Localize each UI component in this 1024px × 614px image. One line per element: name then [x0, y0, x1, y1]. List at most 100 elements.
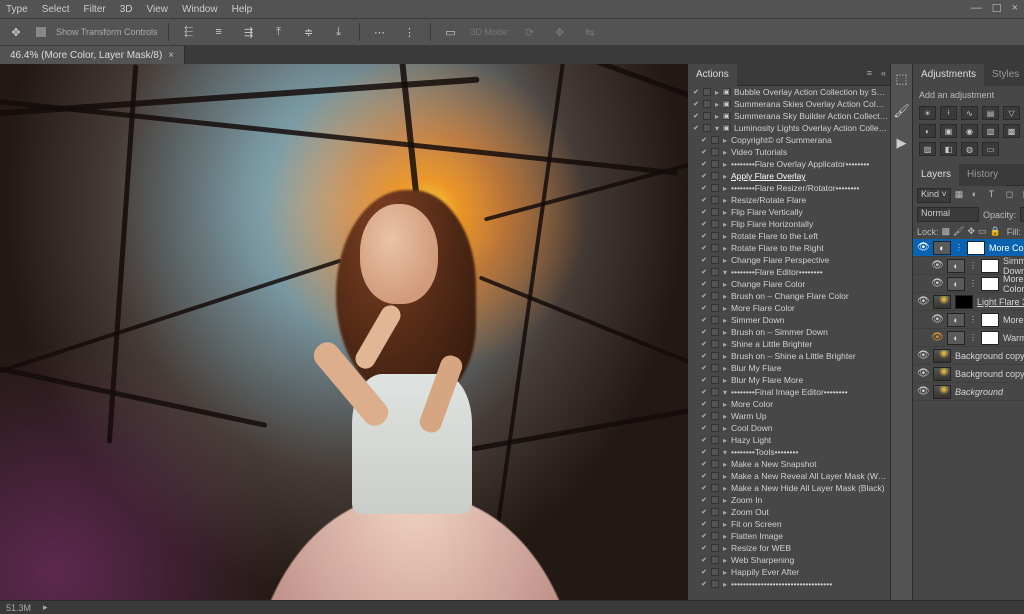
action-set-row[interactable]: ✔▸▣Summerana Skies Overlay Action Col… [688, 98, 890, 110]
color-balance-icon[interactable]: ◐ [919, 124, 936, 138]
layer-mask-thumb[interactable] [981, 313, 999, 327]
history-icon[interactable]: ▶ [893, 134, 911, 152]
action-row[interactable]: ✔▸••••••••Flare Overlay Applicator••••••… [688, 158, 890, 170]
window-close-icon[interactable]: × [1012, 2, 1018, 15]
pan-icon[interactable]: ✥ [550, 22, 570, 42]
layer-mask-thumb[interactable] [955, 295, 973, 309]
filter-adj-icon[interactable]: ◐ [972, 189, 985, 202]
action-row[interactable]: ✔▸Zoom In [688, 494, 890, 506]
toggle-check-icon[interactable]: ✔ [700, 244, 708, 252]
action-row[interactable]: ✔▸Rotate Flare to the Left [688, 230, 890, 242]
toggle-dialog-icon[interactable] [711, 532, 719, 540]
toggle-dialog-icon[interactable] [711, 556, 719, 564]
visibility-eye-icon[interactable]: 👁 [931, 332, 943, 343]
toggle-check-icon[interactable]: ✔ [692, 100, 700, 108]
layer-row[interactable]: 👁◐⋮More Color [913, 311, 1024, 329]
toggle-check-icon[interactable]: ✔ [700, 568, 708, 576]
toggle-dialog-icon[interactable] [711, 328, 719, 336]
layer-name[interactable]: Light Flare 3 … [977, 297, 1024, 307]
action-row[interactable]: ✔▸Make a New Snapshot [688, 458, 890, 470]
toggle-check-icon[interactable]: ✔ [700, 496, 708, 504]
blend-mode-select[interactable]: Normal [917, 207, 979, 222]
layer-row[interactable]: 👁◐⋮More Color [913, 239, 1024, 257]
disclosure-icon[interactable]: ▸ [722, 400, 728, 409]
layer-name[interactable]: More Color [989, 243, 1024, 253]
toggle-check-icon[interactable]: ✔ [700, 196, 708, 204]
levels-icon[interactable]: ⟊ [940, 106, 957, 120]
disclosure-icon[interactable]: ▸ [722, 136, 728, 145]
toggle-check-icon[interactable]: ✔ [700, 292, 708, 300]
toggle-check-icon[interactable]: ✔ [700, 280, 708, 288]
disclosure-icon[interactable]: ▸ [722, 328, 728, 337]
visibility-eye-icon[interactable]: 👁 [931, 278, 943, 289]
toggle-dialog-icon[interactable] [711, 268, 719, 276]
toggle-dialog-icon[interactable] [711, 544, 719, 552]
action-row[interactable]: ✔▸••••••••Flare Resizer/Rotator•••••••• [688, 182, 890, 194]
disclosure-icon[interactable]: ▸ [714, 100, 720, 109]
link-icon[interactable]: ⋮ [969, 333, 977, 342]
align-center-v-icon[interactable]: ≑ [299, 22, 319, 42]
disclosure-icon[interactable]: ▸ [714, 88, 720, 97]
toggle-check-icon[interactable]: ✔ [700, 184, 708, 192]
action-row[interactable]: ✔▸Blur My Flare [688, 362, 890, 374]
toggle-dialog-icon[interactable] [711, 472, 719, 480]
action-row[interactable]: ✔▸Make a New Reveal All Layer Mask (W… [688, 470, 890, 482]
toggle-check-icon[interactable]: ✔ [700, 532, 708, 540]
layer-name[interactable]: Background copy 2 [955, 351, 1024, 361]
disclosure-icon[interactable]: ▸ [722, 472, 728, 481]
disclosure-icon[interactable]: ▸ [722, 304, 728, 313]
toggle-dialog-icon[interactable] [711, 292, 719, 300]
visibility-eye-icon[interactable]: 👁 [917, 368, 929, 379]
tab-adjustments[interactable]: Adjustments [913, 64, 984, 86]
action-row[interactable]: ✔▾••••••••Flare Editor•••••••• [688, 266, 890, 278]
action-row[interactable]: ✔▸•••••••••••••••••••••••••••••••••• [688, 578, 890, 590]
actions-list[interactable]: ✔▸▣Bubble Overlay Action Collection by S… [688, 86, 890, 600]
disclosure-icon[interactable]: ▸ [722, 172, 728, 181]
toggle-check-icon[interactable]: ✔ [692, 112, 700, 120]
close-tab-icon[interactable]: × [168, 50, 174, 61]
layer-thumb[interactable] [933, 295, 951, 309]
disclosure-icon[interactable]: ▸ [722, 544, 728, 553]
disclosure-icon[interactable]: ▸ [722, 520, 728, 529]
layer-name[interactable]: Warm Up [1003, 333, 1024, 343]
tab-styles[interactable]: Styles [984, 64, 1024, 86]
toggle-check-icon[interactable]: ✔ [700, 268, 708, 276]
toggle-dialog-icon[interactable] [711, 172, 719, 180]
disclosure-icon[interactable]: ▸ [722, 412, 728, 421]
window-max-icon[interactable]: ☐ [992, 2, 1002, 15]
action-row[interactable]: ✔▸Apply Flare Overlay [688, 170, 890, 182]
layer-row[interactable]: 👁Light Flare 3 … [913, 293, 1024, 311]
disclosure-icon[interactable]: ▸ [714, 112, 720, 121]
visibility-eye-icon[interactable]: 👁 [931, 260, 943, 271]
action-row[interactable]: ✔▸Web Sharpening [688, 554, 890, 566]
disclosure-icon[interactable]: ▸ [722, 352, 728, 361]
layers-list[interactable]: 👁◐⋮More Color👁◐⋮Simmer Down👁◐⋮More Flare… [913, 239, 1024, 600]
disclosure-icon[interactable]: ▸ [722, 220, 728, 229]
disclosure-icon[interactable]: ▸ [722, 484, 728, 493]
layer-name[interactable]: More Flare Color [1003, 274, 1024, 294]
toggle-dialog-icon[interactable] [711, 364, 719, 372]
lock-artboard-icon[interactable]: ▭ [978, 226, 987, 237]
disclosure-icon[interactable]: ▸ [722, 496, 728, 505]
channel-mixer-icon[interactable]: ▧ [982, 124, 999, 138]
lock-transparent-icon[interactable]: ▩ [942, 226, 951, 237]
tab-layers[interactable]: Layers [913, 164, 959, 186]
visibility-eye-icon[interactable]: 👁 [917, 242, 929, 253]
layer-row[interactable]: 👁Background copy 2 [913, 347, 1024, 365]
layer-mask-thumb[interactable] [967, 241, 985, 255]
layer-row[interactable]: 👁◐⋮Simmer Down [913, 257, 1024, 275]
toggle-check-icon[interactable]: ✔ [692, 124, 700, 132]
window-min-icon[interactable]: — [971, 2, 982, 15]
menu-help[interactable]: Help [232, 4, 253, 15]
menu-filter[interactable]: Filter [83, 4, 105, 15]
action-row[interactable]: ✔▸Rotate Flare to the Right [688, 242, 890, 254]
toggle-dialog-icon[interactable] [711, 388, 719, 396]
toggle-dialog-icon[interactable] [711, 568, 719, 576]
action-row[interactable]: ✔▸More Color [688, 398, 890, 410]
disclosure-icon[interactable]: ▸ [722, 376, 728, 385]
filter-shape-icon[interactable]: ◻ [1006, 189, 1019, 202]
toggle-dialog-icon[interactable] [711, 208, 719, 216]
disclosure-icon[interactable]: ▾ [714, 124, 720, 133]
toggle-dialog-icon[interactable] [711, 184, 719, 192]
visibility-eye-icon[interactable]: 👁 [917, 386, 929, 397]
